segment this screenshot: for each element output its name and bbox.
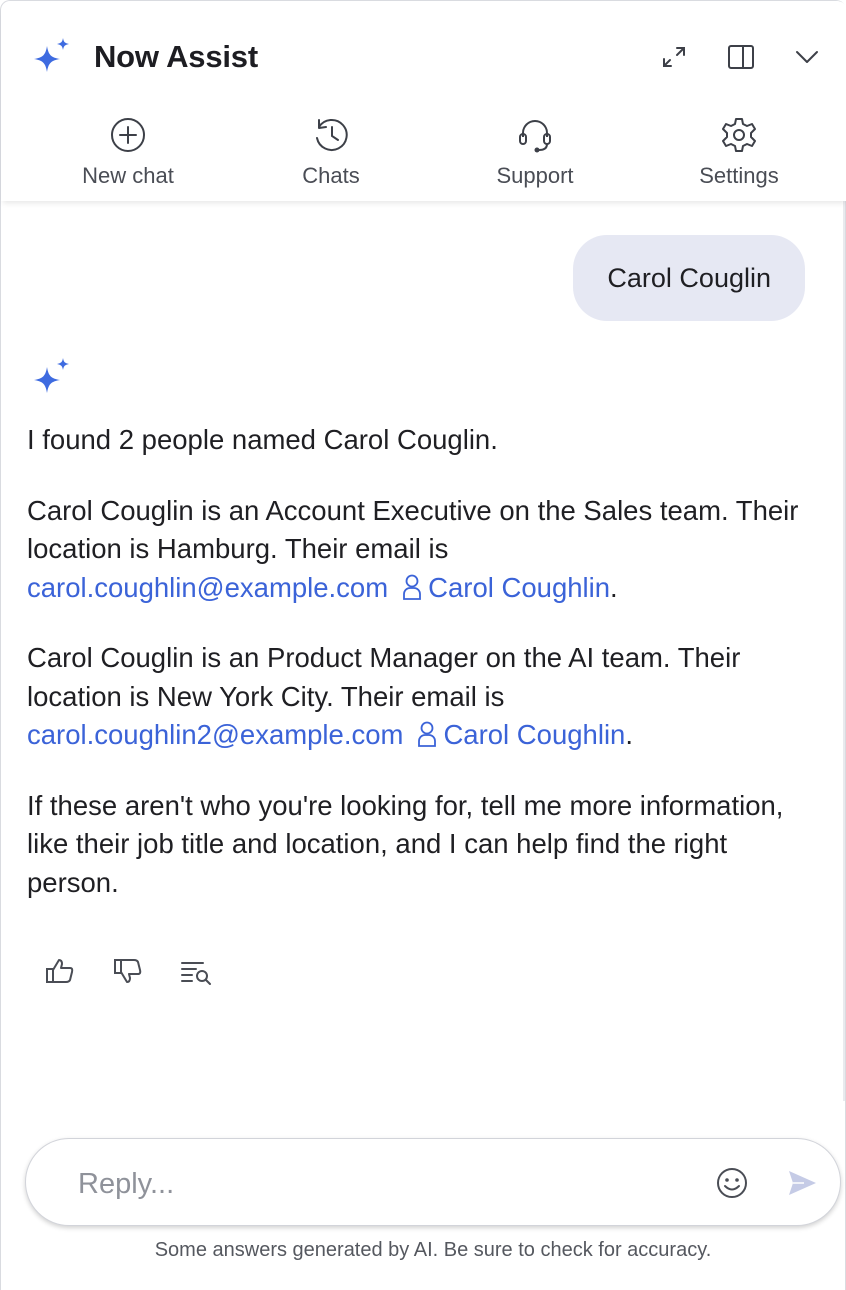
thumbs-down-icon <box>114 959 142 983</box>
sources-icon <box>181 962 211 985</box>
result-end: . <box>625 719 633 750</box>
settings-button[interactable]: Settings <box>659 113 819 189</box>
person-icon <box>418 721 437 747</box>
result-text: Carol Couglin is an Product Manager on t… <box>27 642 741 712</box>
profile-link[interactable]: Carol Coughlin <box>443 719 625 750</box>
chats-button[interactable]: Chats <box>251 113 411 189</box>
user-message-bubble: Carol Couglin <box>573 235 805 321</box>
nav-label-new-chat: New chat <box>82 163 174 188</box>
feedback-bar <box>41 953 215 989</box>
person-icon <box>403 574 422 600</box>
result-item: Carol Couglin is an Product Manager on t… <box>27 639 817 755</box>
email-link[interactable]: carol.coughlin2@example.com <box>27 719 403 750</box>
profile-link[interactable]: Carol Coughlin <box>428 572 610 603</box>
ai-disclaimer: Some answers generated by AI. Be sure to… <box>154 1239 712 1261</box>
result-text: Carol Couglin is an Account Executive on… <box>27 494 799 565</box>
support-button[interactable]: Support <box>455 113 615 189</box>
view-sources-button[interactable] <box>177 953 215 989</box>
expand-icon <box>663 47 685 67</box>
sparkle-icon <box>34 38 69 72</box>
assistant-message: I found 2 people named Carol Couglin. Ca… <box>27 421 817 934</box>
nav-label-settings: Settings <box>699 163 779 188</box>
plus-circle-icon <box>111 118 145 152</box>
emoji-button[interactable] <box>712 1163 752 1203</box>
panel-title: Now Assist <box>94 39 258 74</box>
expand-button[interactable] <box>656 39 692 75</box>
result-item: Carol Couglin is an Account Executive on… <box>27 492 817 608</box>
scrollbar[interactable] <box>843 201 845 1101</box>
thumbs-down-button[interactable] <box>109 953 147 989</box>
nav-label-chats: Chats <box>302 163 360 188</box>
panel-nav: New chat Chats Support Settings <box>1 113 846 197</box>
send-button[interactable] <box>782 1163 822 1203</box>
send-icon <box>789 1171 816 1195</box>
side-panel-icon <box>728 45 754 69</box>
gear-icon <box>722 118 756 152</box>
collapse-button[interactable] <box>789 39 825 75</box>
panel-header: Now Assist New chat Chats Support Settin… <box>1 1 846 201</box>
result-end: . <box>610 571 618 603</box>
message-intro: I found 2 people named Carol Couglin. <box>27 424 498 455</box>
message-closing: If these aren't who you're looking for, … <box>27 789 784 898</box>
thumbs-up-button[interactable] <box>41 953 79 989</box>
side-panel-button[interactable] <box>723 39 759 75</box>
headset-icon <box>519 120 551 153</box>
new-chat-button[interactable]: New chat <box>48 113 208 189</box>
thumbs-up-icon <box>46 959 74 983</box>
nav-label-support: Support <box>496 163 574 188</box>
assistant-panel: Now Assist New chat Chats Support Settin… <box>0 0 846 1290</box>
smiley-icon <box>717 1168 747 1198</box>
reply-box <box>25 1138 841 1226</box>
history-icon <box>316 119 348 151</box>
chevron-down-icon <box>796 51 818 63</box>
email-link[interactable]: carol.coughlin@example.com <box>27 572 388 603</box>
sparkle-icon <box>34 358 69 393</box>
reply-input[interactable] <box>76 1161 680 1207</box>
